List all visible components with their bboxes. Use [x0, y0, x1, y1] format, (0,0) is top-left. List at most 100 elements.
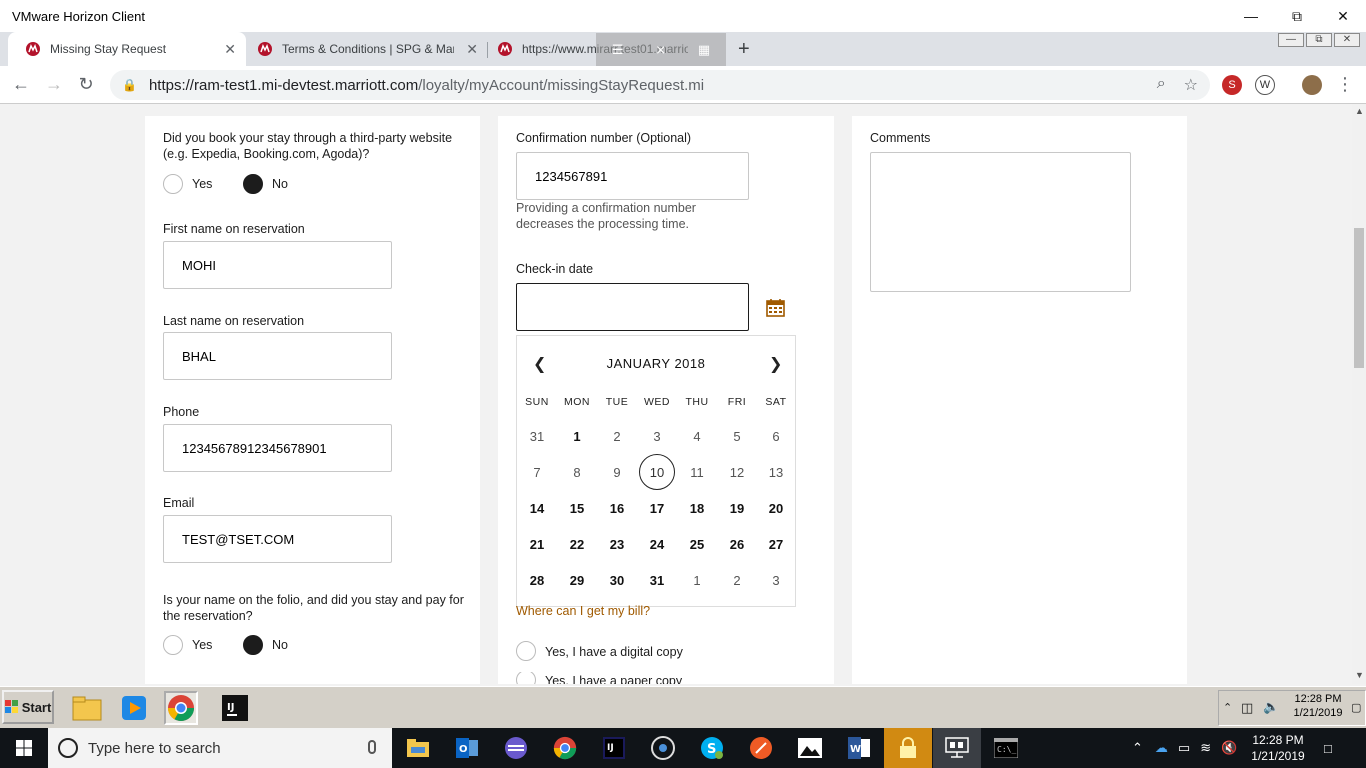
- calendar-day[interactable]: 16: [599, 490, 635, 526]
- word-icon[interactable]: W: [835, 728, 883, 768]
- calendar-day[interactable]: 25: [679, 526, 715, 562]
- calendar-day[interactable]: 2: [719, 562, 755, 598]
- calendar-day[interactable]: 28: [519, 562, 555, 598]
- confirmation-number-field[interactable]: 1234567891: [516, 152, 749, 200]
- bill-paper-radio[interactable]: [516, 672, 536, 684]
- calendar-day[interactable]: 17: [639, 490, 675, 526]
- file-explorer-icon[interactable]: [70, 691, 104, 725]
- calendar-day[interactable]: 22: [559, 526, 595, 562]
- scroll-down-icon[interactable]: ▼: [1355, 670, 1364, 680]
- calendar-day[interactable]: 19: [719, 490, 755, 526]
- obs-icon[interactable]: [639, 728, 687, 768]
- vmware-horizon-icon[interactable]: [933, 728, 981, 768]
- calendar-day[interactable]: 3: [639, 418, 675, 454]
- third-party-yes-radio[interactable]: [163, 174, 183, 194]
- media-player-icon[interactable]: [117, 691, 151, 725]
- calendar-day[interactable]: 11: [679, 454, 715, 490]
- onedrive-icon[interactable]: ☁: [1155, 740, 1168, 756]
- wifi-icon[interactable]: ≋: [1200, 740, 1211, 756]
- chrome-menu-icon[interactable]: ⋮: [1334, 74, 1356, 95]
- vm-minimize-icon[interactable]: —: [1278, 33, 1304, 47]
- calendar-day[interactable]: 23: [599, 526, 635, 562]
- volume-icon[interactable]: 🔈: [1263, 699, 1279, 715]
- calendar-day[interactable]: 15: [559, 490, 595, 526]
- page-scrollbar[interactable]: ▲ ▼: [1352, 104, 1366, 684]
- outlook-icon[interactable]: O: [443, 728, 491, 768]
- forward-arrow-icon[interactable]: →: [43, 74, 65, 95]
- folio-no-radio[interactable]: [243, 635, 263, 655]
- address-bar[interactable]: 🔒 https://ram-test1.mi-devtest.marriott.…: [110, 70, 1210, 100]
- calendar-day[interactable]: 8: [559, 454, 595, 490]
- email-field[interactable]: TEST@TSET.COM: [163, 515, 392, 563]
- calendar-day[interactable]: 29: [559, 562, 595, 598]
- windows-search-box[interactable]: Type here to search: [48, 728, 392, 768]
- intellij-icon[interactable]: IJ: [590, 728, 638, 768]
- first-name-field[interactable]: MOHI: [163, 241, 392, 289]
- remote-start-button[interactable]: Start: [2, 690, 54, 724]
- tab-missing-stay-request[interactable]: Missing Stay Request ✕: [8, 32, 246, 66]
- calendar-day[interactable]: 21: [519, 526, 555, 562]
- calendar-day[interactable]: 10: [639, 454, 675, 490]
- back-arrow-icon[interactable]: ←: [10, 74, 32, 95]
- calendar-day[interactable]: 30: [599, 562, 635, 598]
- calendar-day[interactable]: 6: [758, 418, 794, 454]
- calendar-day[interactable]: 9: [599, 454, 635, 490]
- scroll-up-icon[interactable]: ▲: [1355, 106, 1364, 116]
- disconnect-icon[interactable]: ⨯: [655, 42, 666, 58]
- calendar-day[interactable]: 5: [719, 418, 755, 454]
- lock-app-icon[interactable]: [884, 728, 932, 768]
- photos-icon[interactable]: [786, 728, 834, 768]
- url-text[interactable]: https://ram-test1.mi-devtest.marriott.co…: [149, 77, 704, 94]
- network-icon[interactable]: ◫: [1241, 700, 1253, 716]
- calendar-day[interactable]: 3: [758, 562, 794, 598]
- intellij-icon[interactable]: IJ: [218, 691, 252, 725]
- calendar-day[interactable]: 13: [758, 454, 794, 490]
- checkin-date-field[interactable]: [516, 283, 749, 331]
- bookmark-star-icon[interactable]: ☆: [1184, 75, 1198, 95]
- file-explorer-icon[interactable]: [394, 728, 442, 768]
- calendar-day[interactable]: 12: [719, 454, 755, 490]
- tab-close-icon[interactable]: ✕: [224, 41, 236, 58]
- windows-start-button[interactable]: [0, 728, 48, 768]
- chrome-icon[interactable]: [541, 728, 589, 768]
- profile-avatar[interactable]: [1302, 75, 1322, 95]
- extension-s-icon[interactable]: S: [1222, 75, 1242, 95]
- battery-icon[interactable]: ▭: [1178, 740, 1190, 756]
- postman-icon[interactable]: [737, 728, 785, 768]
- folio-yes-radio[interactable]: [163, 635, 183, 655]
- calendar-day[interactable]: 2: [599, 418, 635, 454]
- third-party-no-radio[interactable]: [243, 174, 263, 194]
- phone-field[interactable]: 12345678912345678901: [163, 424, 392, 472]
- new-tab-button[interactable]: +: [738, 38, 750, 61]
- calendar-day[interactable]: 24: [639, 526, 675, 562]
- calendar-day[interactable]: 26: [719, 526, 755, 562]
- tray-expand-icon[interactable]: ⌃: [1223, 701, 1232, 714]
- microphone-icon[interactable]: [368, 740, 376, 754]
- tray-chevron-icon[interactable]: ⌃: [1132, 740, 1143, 756]
- tab-close-icon[interactable]: ✕: [466, 41, 478, 58]
- vm-restore-icon[interactable]: ⧉: [1306, 33, 1332, 47]
- restore-icon[interactable]: ⧉: [1274, 0, 1320, 32]
- calendar-day[interactable]: 27: [758, 526, 794, 562]
- calendar-day[interactable]: 1: [559, 418, 595, 454]
- bill-help-link[interactable]: Where can I get my bill?: [516, 604, 650, 618]
- action-center-icon[interactable]: □: [1324, 728, 1332, 768]
- vpn-icon[interactable]: [492, 728, 540, 768]
- calendar-icon[interactable]: [766, 298, 785, 317]
- calendar-day[interactable]: 31: [639, 562, 675, 598]
- reload-icon[interactable]: ↻: [75, 74, 97, 95]
- scroll-thumb[interactable]: [1354, 228, 1364, 368]
- bill-digital-radio[interactable]: [516, 641, 536, 661]
- volume-muted-icon[interactable]: 🔇: [1221, 740, 1237, 756]
- chrome-icon[interactable]: [164, 691, 198, 725]
- calendar-day[interactable]: 14: [519, 490, 555, 526]
- tab-terms-conditions[interactable]: Terms & Conditions | SPG & Marriott ✕: [240, 32, 488, 66]
- calendar-day[interactable]: 31: [519, 418, 555, 454]
- extension-w-icon[interactable]: W: [1255, 75, 1275, 95]
- minimize-icon[interactable]: —: [1228, 0, 1274, 32]
- menu-icon[interactable]: ☰: [612, 42, 624, 58]
- vm-close-icon[interactable]: ✕: [1334, 33, 1360, 47]
- vmware-toolbar-overlay[interactable]: ☰ ⨯ ▦: [596, 33, 726, 67]
- skype-icon[interactable]: S: [688, 728, 736, 768]
- command-prompt-icon[interactable]: C:\_: [982, 728, 1030, 768]
